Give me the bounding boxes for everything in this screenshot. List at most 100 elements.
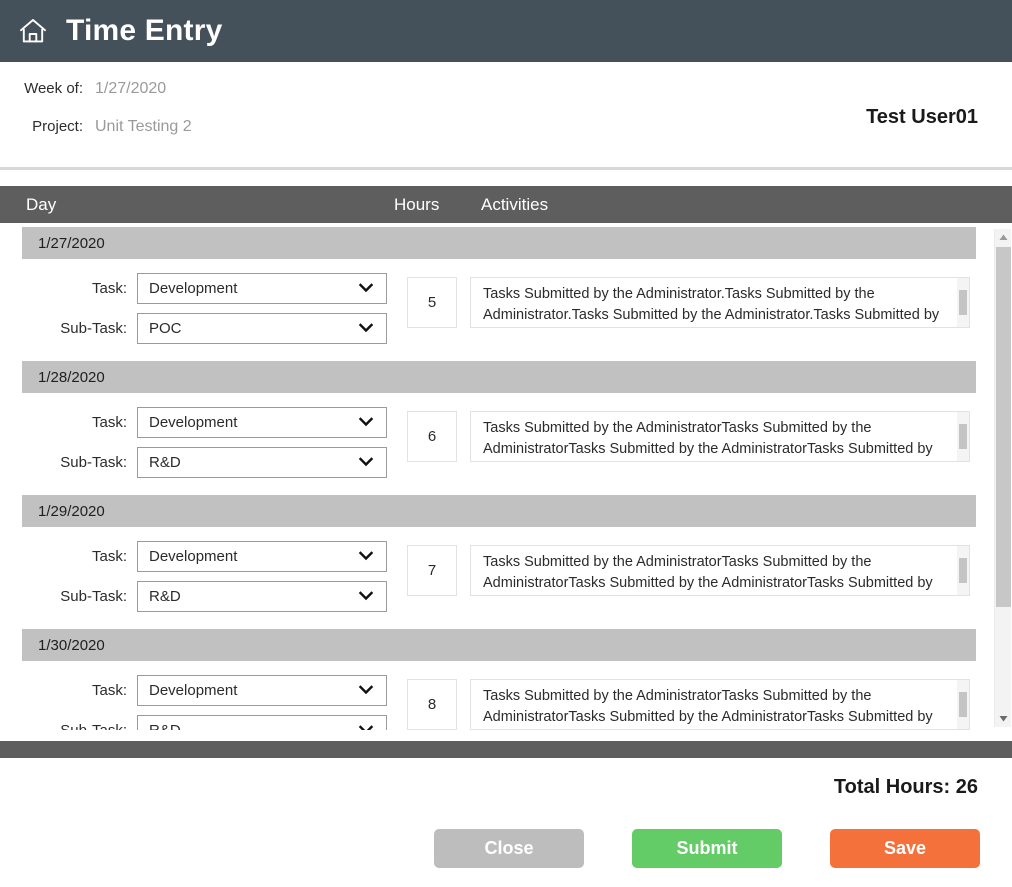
hours-input[interactable]: 6: [407, 411, 457, 462]
task-field-line: Task: Development: [22, 268, 394, 308]
hours-cell: 7: [394, 536, 470, 596]
task-field-line: Task: Development: [22, 402, 394, 442]
week-of-label: Week of:: [0, 80, 95, 97]
submit-button[interactable]: Submit: [632, 829, 782, 868]
page-title: Time Entry: [66, 16, 223, 46]
activities-textarea[interactable]: Tasks Submitted by the Administrator.Tas…: [470, 277, 970, 328]
day-header: 1/30/2020: [22, 629, 976, 661]
user-name-label: Test User01: [866, 106, 978, 129]
activities-text: Tasks Submitted by the Administrator.Tas…: [471, 278, 969, 328]
task-label: Task:: [22, 548, 137, 565]
hours-cell: 8: [394, 670, 470, 730]
activities-cell: Tasks Submitted by the AdministratorTask…: [470, 402, 976, 462]
activities-scrollbar-thumb[interactable]: [959, 692, 967, 717]
task-select-value: Development: [149, 548, 237, 565]
subtask-field-line: Sub-Task: R&D: [22, 710, 394, 730]
day-header: 1/29/2020: [22, 495, 976, 527]
hours-cell: 5: [394, 268, 470, 328]
timesheet-vertical-scrollbar[interactable]: [994, 229, 1011, 727]
subtask-select[interactable]: R&D: [137, 581, 387, 612]
subtask-select-value: R&D: [149, 722, 181, 731]
task-select-value: Development: [149, 280, 237, 297]
timesheet-rows: 1/27/2020 Task: Development Sub-Task: POC 5 Ta…: [0, 223, 976, 730]
scroll-down-arrow-icon[interactable]: [995, 710, 1012, 727]
subtask-select-value: R&D: [149, 588, 181, 605]
table-row: Task: Development Sub-Task: R&D 6 Tasks Submi…: [22, 393, 976, 492]
hours-input[interactable]: 5: [407, 277, 457, 328]
project-row: Project: Unit Testing 2: [0, 118, 1012, 156]
task-label: Task:: [22, 414, 137, 431]
footer-button-row: Close Submit Save: [434, 829, 980, 868]
day-header: 1/28/2020: [22, 361, 976, 393]
column-header-day: Day: [0, 195, 394, 215]
home-icon[interactable]: [16, 14, 50, 48]
row-fields: Task: Development Sub-Task: R&D: [22, 402, 394, 482]
activities-scrollbar[interactable]: [957, 546, 969, 595]
subtask-label: Sub-Task:: [22, 722, 137, 731]
activities-textarea[interactable]: Tasks Submitted by the AdministratorTask…: [470, 545, 970, 596]
activities-scrollbar-thumb[interactable]: [959, 290, 967, 315]
row-fields: Task: Development Sub-Task: POC: [22, 268, 394, 348]
subtask-select[interactable]: R&D: [137, 447, 387, 478]
activities-scrollbar-thumb[interactable]: [959, 424, 967, 449]
table-header-row: Day Hours Activities: [0, 186, 1012, 223]
task-select-value: Development: [149, 414, 237, 431]
subtask-label: Sub-Task:: [22, 454, 137, 471]
task-label: Task:: [22, 280, 137, 297]
activities-text: Tasks Submitted by the AdministratorTask…: [471, 680, 969, 730]
subtask-label: Sub-Task:: [22, 588, 137, 605]
table-footer-bar: [0, 741, 1012, 758]
hours-input[interactable]: 7: [407, 545, 457, 596]
column-header-activities: Activities: [481, 195, 1012, 215]
week-of-value: 1/27/2020: [95, 80, 166, 98]
table-row: Task: Development Sub-Task: R&D 7 Tasks Submi…: [22, 527, 976, 626]
timesheet-scroll-region: 1/27/2020 Task: Development Sub-Task: POC 5 Ta…: [0, 223, 1012, 730]
task-field-line: Task:Development: [22, 670, 394, 710]
table-row: Task: Development Sub-Task: POC 5 Tasks Submi…: [22, 259, 976, 358]
row-fields: Task: Development Sub-Task: R&D: [22, 536, 394, 616]
activities-textarea[interactable]: Tasks Submitted by the AdministratorTask…: [470, 679, 970, 730]
activities-scrollbar[interactable]: [957, 412, 969, 461]
activities-cell: Tasks Submitted by the AdministratorTask…: [470, 670, 976, 730]
total-hours-label: Total Hours: 26: [834, 776, 978, 799]
activities-textarea[interactable]: Tasks Submitted by the AdministratorTask…: [470, 411, 970, 462]
subtask-field-line: Sub-Task: POC: [22, 308, 394, 348]
column-header-hours: Hours: [394, 195, 481, 215]
subtask-select[interactable]: POC: [137, 313, 387, 344]
subtask-label: Sub-Task:: [22, 320, 137, 337]
form-footer: Total Hours: 26 Close Submit Save: [0, 758, 1012, 887]
activities-cell: Tasks Submitted by the AdministratorTask…: [470, 536, 976, 596]
task-select[interactable]: Development: [137, 675, 387, 706]
subtask-select-value: R&D: [149, 454, 181, 471]
task-select[interactable]: Development: [137, 541, 387, 572]
table-row: Task:Development Sub-Task: R&D 8 Tasks Submi…: [22, 661, 976, 730]
hours-cell: 6: [394, 402, 470, 462]
subtask-field-line: Sub-Task: R&D: [22, 442, 394, 482]
row-fields: Task:Development Sub-Task: R&D: [22, 670, 394, 730]
task-select[interactable]: Development: [137, 407, 387, 438]
subtask-select[interactable]: R&D: [137, 715, 387, 731]
activities-text: Tasks Submitted by the AdministratorTask…: [471, 546, 969, 596]
scroll-up-arrow-icon[interactable]: [995, 229, 1012, 246]
hours-input[interactable]: 8: [407, 679, 457, 730]
day-header: 1/27/2020: [22, 227, 976, 259]
save-button[interactable]: Save: [830, 829, 980, 868]
subtask-select-value: POC: [149, 320, 182, 337]
project-value: Unit Testing 2: [95, 118, 192, 136]
activities-scrollbar[interactable]: [957, 278, 969, 327]
activities-text: Tasks Submitted by the AdministratorTask…: [471, 412, 969, 462]
task-select[interactable]: Development: [137, 273, 387, 304]
meta-spacer: [0, 170, 1012, 186]
entry-meta-section: Week of: 1/27/2020 Project: Unit Testing…: [0, 62, 1012, 167]
project-label: Project:: [0, 118, 95, 135]
task-select-value: Development: [149, 682, 237, 699]
activities-scrollbar-thumb[interactable]: [959, 558, 967, 583]
app-header-bar: Time Entry: [0, 0, 1012, 62]
scrollbar-thumb[interactable]: [996, 247, 1011, 607]
task-field-line: Task: Development: [22, 536, 394, 576]
subtask-field-line: Sub-Task: R&D: [22, 576, 394, 616]
activities-cell: Tasks Submitted by the Administrator.Tas…: [470, 268, 976, 328]
week-of-row: Week of: 1/27/2020: [0, 80, 1012, 118]
activities-scrollbar[interactable]: [957, 680, 969, 729]
close-button[interactable]: Close: [434, 829, 584, 868]
